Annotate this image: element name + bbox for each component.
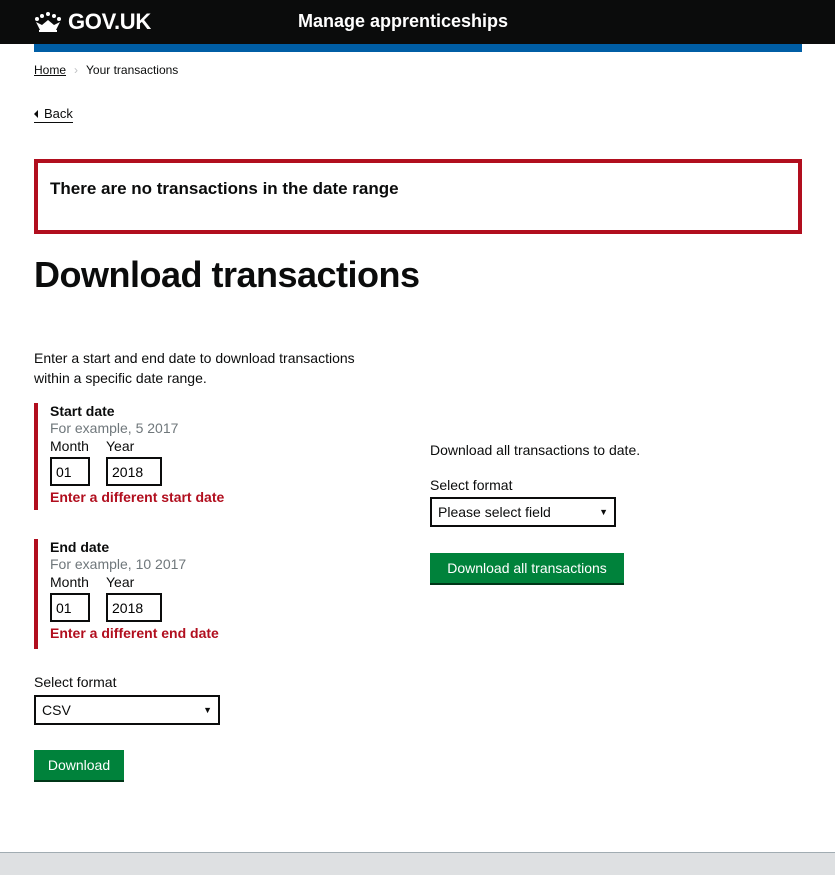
start-date-legend: Start date [50, 403, 115, 419]
download-all-format-select[interactable]: Please select field ▼ [430, 497, 616, 527]
start-month-item: Month [50, 437, 90, 486]
end-date-fields: Month Year [50, 573, 394, 622]
format-select-value: CSV [42, 702, 71, 718]
end-month-input[interactable] [50, 593, 90, 622]
back-link-label: Back [44, 106, 73, 121]
download-all-format-value: Please select field [438, 504, 551, 520]
start-date-hint: For example, 5 2017 [50, 420, 179, 436]
start-month-input[interactable] [50, 457, 90, 486]
page-footer [0, 852, 835, 875]
service-name-link[interactable]: Manage apprenticeships [298, 11, 508, 32]
site-header: GOV.UK Manage apprenticeships [0, 0, 835, 44]
dropdown-caret-icon: ▼ [203, 705, 212, 715]
start-year-input[interactable] [106, 457, 162, 486]
crown-icon [35, 12, 61, 32]
breadcrumb-current: Your transactions [86, 63, 179, 77]
error-summary: There are no transactions in the date ra… [34, 159, 802, 234]
end-date-legend: End date [50, 539, 110, 555]
start-date-error: Enter a different start date [50, 489, 225, 505]
start-month-label: Month [50, 438, 89, 454]
download-all-button[interactable]: Download all transactions [430, 553, 624, 583]
header-blue-bar [34, 44, 802, 52]
start-date-group: Start date For example, 5 2017 Month Yea… [34, 403, 394, 510]
end-date-group: End date For example, 10 2017 Month Year… [34, 539, 394, 649]
download-all-description: Download all transactions to date. [430, 442, 641, 458]
format-select[interactable]: CSV ▼ [34, 695, 220, 725]
format-select-label: Select format [34, 674, 117, 690]
page-title: Download transactions [34, 254, 420, 295]
end-year-input[interactable] [106, 593, 162, 622]
intro-text: Enter a start and end date to download t… [34, 350, 355, 386]
govuk-logo-link[interactable]: GOV.UK [34, 9, 151, 35]
start-year-label: Year [106, 438, 135, 454]
end-month-label: Month [50, 574, 89, 590]
end-year-item: Year [106, 573, 162, 622]
dropdown-caret-icon: ▼ [599, 507, 608, 517]
end-date-error: Enter a different end date [50, 625, 219, 641]
download-all-format-label: Select format [430, 477, 513, 493]
download-button[interactable]: Download [34, 750, 124, 780]
chevron-right-icon: › [74, 63, 79, 77]
breadcrumb-home-link[interactable]: Home [34, 63, 66, 77]
end-year-label: Year [106, 574, 135, 590]
breadcrumb: Home › Your transactions [34, 63, 178, 77]
start-year-item: Year [106, 437, 162, 486]
logo-text: GOV.UK [68, 9, 151, 34]
error-summary-title: There are no transactions in the date ra… [50, 179, 399, 198]
back-link[interactable]: Back [34, 106, 73, 123]
end-date-hint: For example, 10 2017 [50, 556, 187, 572]
start-date-fields: Month Year [50, 437, 394, 486]
back-arrow-icon [34, 109, 38, 118]
end-month-item: Month [50, 573, 90, 622]
